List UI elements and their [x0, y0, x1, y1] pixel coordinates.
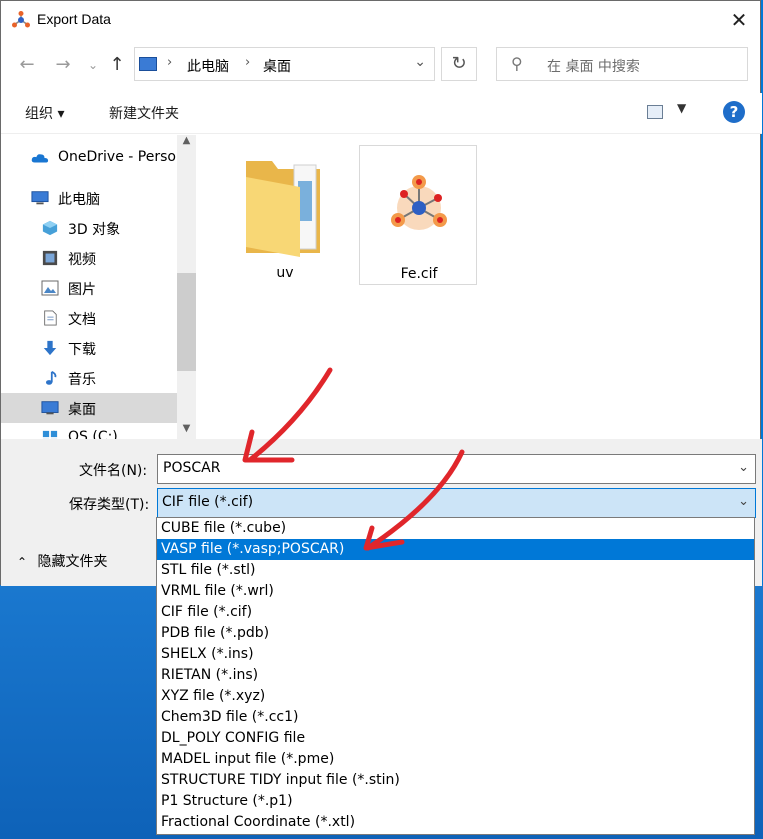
desktop-icon [41, 401, 59, 415]
search-placeholder: 在 桌面 中搜索 [547, 59, 640, 75]
sidebar-item-label: 此电脑 [58, 192, 100, 208]
filetype-option[interactable]: STRUCTURE TIDY input file (*.stin) [157, 770, 754, 791]
sidebar-item-downloads[interactable]: 下载 [1, 333, 177, 363]
sidebar-item-music[interactable]: 音乐 [1, 363, 177, 393]
hide-folders-button[interactable]: ⌃ 隐藏文件夹 [17, 551, 108, 571]
title-bar: Export Data ✕ [1, 1, 762, 39]
desktop-location-icon [139, 57, 157, 71]
sidebar-item-label: 视频 [68, 252, 96, 268]
organize-button[interactable]: 组织 ▾ [25, 103, 64, 123]
back-arrow-icon[interactable]: ← [15, 51, 39, 79]
navigation-pane: OneDrive - Perso 此电脑 3D 对象 视频 图片 文档 下载 音… [1, 135, 196, 439]
filetype-label: 保存类型(T): [69, 497, 150, 513]
chevron-down-icon[interactable]: ⌄ [738, 494, 749, 509]
breadcrumb-separator-icon: › [167, 55, 173, 70]
up-arrow-icon[interactable]: ↑ [105, 51, 129, 79]
cif-molecule-icon [391, 175, 447, 230]
sidebar-item-desktop[interactable]: 桌面 [1, 393, 177, 423]
close-icon[interactable]: ✕ [716, 1, 762, 39]
chevron-up-icon: ⌃ [17, 555, 28, 569]
chevron-down-icon[interactable]: ⌄ [414, 54, 426, 70]
sidebar-item-onedrive[interactable]: OneDrive - Perso [1, 143, 177, 173]
chevron-down-icon[interactable]: ⌄ [738, 460, 749, 475]
onedrive-icon [31, 154, 49, 163]
breadcrumb-desktop[interactable]: 桌面 [263, 56, 291, 76]
file-item-cif[interactable]: Fe.cif [359, 145, 477, 285]
file-item-folder[interactable]: uv [226, 145, 344, 285]
sidebar-item-os-drive[interactable]: OS (C:) [1, 423, 177, 439]
search-box[interactable]: ⚲ 在 桌面 中搜索 [496, 47, 748, 81]
filetype-option[interactable]: XYZ file (*.xyz) [157, 686, 754, 707]
download-icon [43, 340, 57, 356]
documents-icon [44, 310, 57, 326]
filename-value: POSCAR [163, 460, 221, 476]
sidebar-item-3d-objects[interactable]: 3D 对象 [1, 213, 177, 243]
refresh-icon[interactable]: ↻ [441, 47, 477, 81]
filetype-option[interactable]: RIETAN (*.ins) [157, 665, 754, 686]
forward-arrow-icon[interactable]: → [51, 51, 75, 79]
filetype-option[interactable]: SHELX (*.ins) [157, 644, 754, 665]
sidebar-item-label: 图片 [68, 282, 96, 298]
scroll-down-icon[interactable]: ▼ [177, 423, 196, 439]
video-icon [42, 250, 58, 266]
hide-folders-label: 隐藏文件夹 [37, 554, 108, 570]
3d-objects-icon [42, 220, 58, 236]
sidebar-item-label: OS (C:) [68, 429, 118, 439]
file-name: uv [276, 265, 294, 281]
sidebar-scrollbar[interactable]: ▲ ▼ [177, 135, 196, 439]
filetype-dropdown-list: CUBE file (*.cube) VASP file (*.vasp;POS… [156, 517, 755, 835]
view-options-icon[interactable] [647, 105, 663, 119]
filetype-option[interactable]: MADEL input file (*.pme) [157, 749, 754, 770]
music-icon [46, 370, 57, 385]
filetype-option[interactable]: CUBE file (*.cube) [157, 518, 754, 539]
scroll-up-icon[interactable]: ▲ [177, 135, 196, 151]
computer-icon [31, 191, 49, 205]
drive-icon [42, 430, 58, 439]
export-dialog: Export Data ✕ ← → ⌄ ↑ › 此电脑 › 桌面 ⌄ ↻ ⚲ 在… [0, 0, 762, 586]
filetype-option-highlighted[interactable]: VASP file (*.vasp;POSCAR) [157, 539, 754, 560]
search-icon: ⚲ [511, 54, 523, 73]
help-icon[interactable]: ? [723, 101, 745, 123]
filename-field[interactable]: POSCAR ⌄ [157, 454, 756, 484]
sidebar-item-videos[interactable]: 视频 [1, 243, 177, 273]
filetype-option[interactable]: P1 Structure (*.p1) [157, 791, 754, 812]
sidebar-item-label: OneDrive - Perso [58, 149, 176, 165]
sidebar-item-label: 音乐 [68, 372, 96, 388]
sidebar-item-label: 文档 [68, 312, 96, 328]
scroll-thumb[interactable] [177, 273, 196, 371]
recent-locations-icon[interactable]: ⌄ [81, 51, 105, 79]
folder-icon [246, 161, 320, 257]
app-molecule-icon [12, 11, 30, 28]
sidebar-item-pictures[interactable]: 图片 [1, 273, 177, 303]
breadcrumb-this-pc[interactable]: 此电脑 [187, 56, 229, 76]
sidebar-item-documents[interactable]: 文档 [1, 303, 177, 333]
filetype-option[interactable]: DL_POLY CONFIG file [157, 728, 754, 749]
filetype-option[interactable]: VRML file (*.wrl) [157, 581, 754, 602]
view-dropdown-icon[interactable]: ▼ [677, 101, 686, 115]
filetype-option[interactable]: Chem3D file (*.cc1) [157, 707, 754, 728]
sidebar-item-label: 桌面 [68, 402, 96, 418]
filetype-value: CIF file (*.cif) [162, 494, 254, 510]
file-list: uv Fe.cif [196, 135, 762, 439]
command-bar: 组织 ▾ 新建文件夹 ▼ ? [1, 93, 762, 134]
navigation-bar: ← → ⌄ ↑ › 此电脑 › 桌面 ⌄ ↻ ⚲ 在 桌面 中搜索 [1, 45, 762, 85]
sidebar-item-this-pc[interactable]: 此电脑 [1, 183, 177, 213]
filename-label: 文件名(N): [79, 463, 148, 479]
file-name: Fe.cif [400, 266, 438, 282]
sidebar-item-label: 下载 [68, 342, 96, 358]
pictures-icon [41, 280, 59, 296]
sidebar-item-label: 3D 对象 [68, 222, 121, 238]
filetype-select[interactable]: CIF file (*.cif) ⌄ [157, 488, 756, 518]
breadcrumb-separator-icon: › [245, 55, 251, 70]
window-title: Export Data [37, 11, 111, 27]
filetype-option[interactable]: STL file (*.stl) [157, 560, 754, 581]
address-bar[interactable]: › 此电脑 › 桌面 ⌄ [134, 47, 435, 81]
filetype-option[interactable]: PDB file (*.pdb) [157, 623, 754, 644]
new-folder-button[interactable]: 新建文件夹 [109, 103, 179, 123]
filetype-option[interactable]: Fractional Coordinate (*.xtl) [157, 812, 754, 833]
filetype-option[interactable]: CIF file (*.cif) [157, 602, 754, 623]
